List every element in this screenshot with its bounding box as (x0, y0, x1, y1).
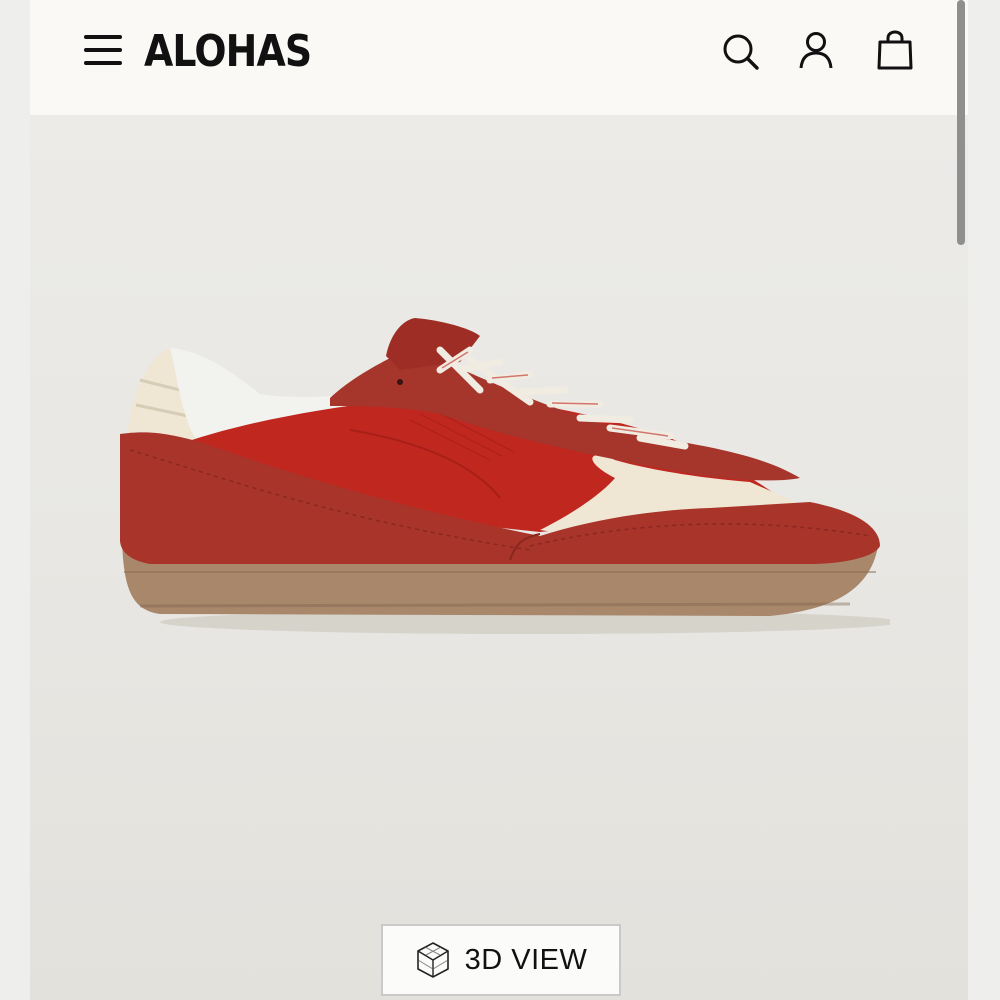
user-icon[interactable] (795, 28, 837, 74)
shopping-bag-icon[interactable] (874, 28, 916, 74)
site-header: ALOHAS (30, 0, 968, 115)
brand-logo[interactable]: ALOHAS (144, 26, 312, 77)
page-scrollbar[interactable] (957, 0, 965, 245)
product-image-area: 3D VIEW (30, 115, 968, 1000)
3d-view-button[interactable]: 3D VIEW (381, 924, 621, 996)
3d-view-label: 3D VIEW (464, 943, 588, 976)
cube-3d-icon (416, 942, 449, 978)
page-frame: ALOHAS 3D VIEW (30, 0, 968, 1000)
hamburger-menu-icon[interactable] (84, 33, 124, 69)
search-icon[interactable] (720, 28, 762, 74)
red-sneaker-image (120, 318, 890, 634)
